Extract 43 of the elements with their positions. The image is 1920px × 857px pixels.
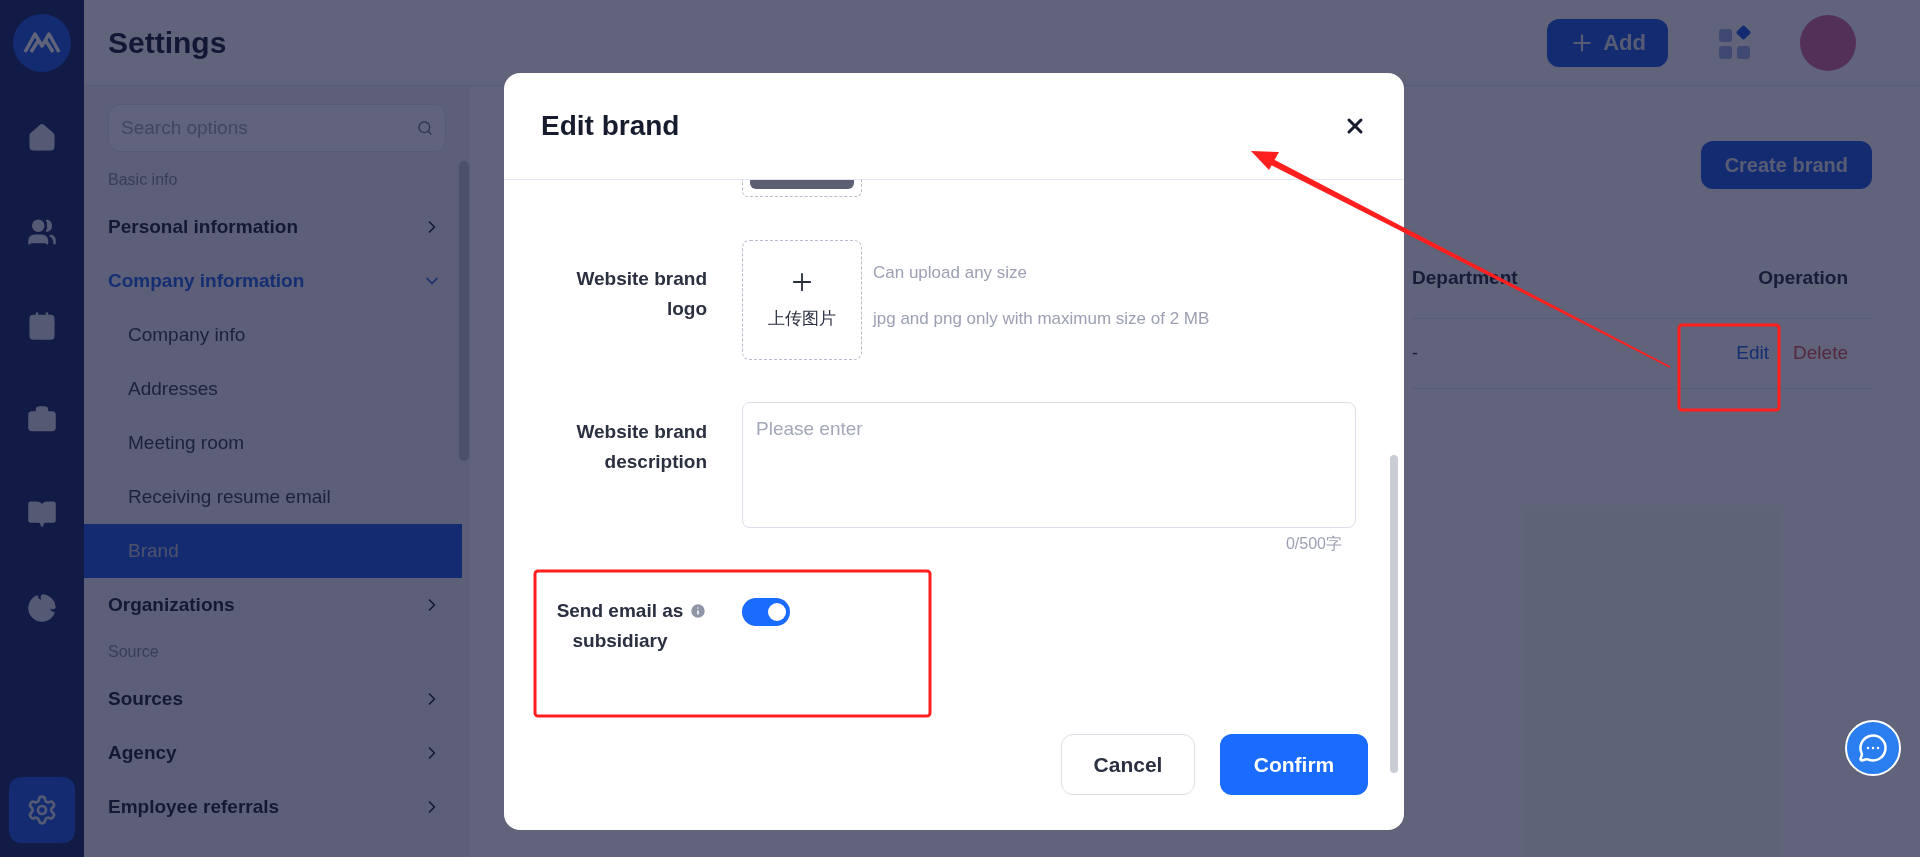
table-action-link[interactable]: Edit bbox=[1736, 339, 1770, 368]
home-icon[interactable] bbox=[27, 123, 57, 153]
nav-item[interactable]: Personal information bbox=[84, 200, 462, 254]
add-button[interactable]: Add bbox=[1547, 18, 1668, 67]
dialog-scrollbar[interactable] bbox=[1390, 455, 1398, 773]
image-upload-box[interactable] bbox=[742, 180, 862, 197]
dialog-title: Edit brand bbox=[541, 109, 680, 143]
field-label: Send email as subsidiary bbox=[555, 599, 685, 653]
nav-subitem[interactable]: Addresses bbox=[84, 362, 462, 416]
pie-chart-icon[interactable] bbox=[27, 593, 57, 623]
people-icon[interactable] bbox=[27, 217, 57, 247]
column-header: Operation bbox=[1758, 266, 1848, 291]
table-action-link[interactable]: Delete bbox=[1793, 339, 1848, 368]
confirm-button[interactable]: Confirm bbox=[1220, 734, 1368, 795]
field-label: Website brand logo bbox=[575, 267, 707, 321]
chat-icon bbox=[1858, 733, 1888, 763]
calendar-icon[interactable] bbox=[27, 311, 57, 341]
page-title: Settings bbox=[108, 25, 228, 61]
image-upload-button[interactable]: 上传图片 bbox=[742, 240, 862, 360]
description-field[interactable]: Please enter bbox=[742, 402, 1356, 528]
settings-icon bbox=[26, 794, 58, 826]
nav-subitem[interactable]: Meeting room bbox=[84, 416, 462, 470]
nav-tab[interactable] bbox=[9, 777, 75, 843]
apps-icon[interactable] bbox=[1718, 24, 1754, 61]
nav-item[interactable]: Agency bbox=[84, 726, 462, 780]
cancel-button[interactable]: Cancel bbox=[1061, 734, 1195, 795]
field-label: Website brand description bbox=[575, 420, 707, 474]
chat-button[interactable] bbox=[1845, 720, 1901, 776]
search-icon bbox=[417, 120, 433, 136]
upload-hint: Can upload any size bbox=[873, 262, 1029, 284]
nav-item[interactable]: Company information bbox=[84, 254, 462, 308]
logo-icon bbox=[13, 14, 71, 72]
nav-item[interactable]: Organizations bbox=[84, 578, 462, 632]
table-cell-text: - bbox=[1412, 342, 1418, 365]
character-counter: 0/500字 bbox=[1285, 534, 1342, 554]
nav-item[interactable]: Sources bbox=[84, 672, 462, 726]
upload-hint: jpg and png only with maximum size of 2 MB bbox=[873, 307, 1210, 330]
toggle-switch[interactable] bbox=[742, 598, 790, 626]
nav-subitem[interactable]: Receiving resume email bbox=[84, 470, 462, 524]
nav-subitem[interactable]: Company info bbox=[84, 308, 462, 362]
nav-item[interactable]: Employee referrals bbox=[84, 780, 462, 834]
book-icon[interactable] bbox=[27, 499, 57, 529]
create-brand-button[interactable]: Create brand bbox=[1700, 141, 1872, 189]
